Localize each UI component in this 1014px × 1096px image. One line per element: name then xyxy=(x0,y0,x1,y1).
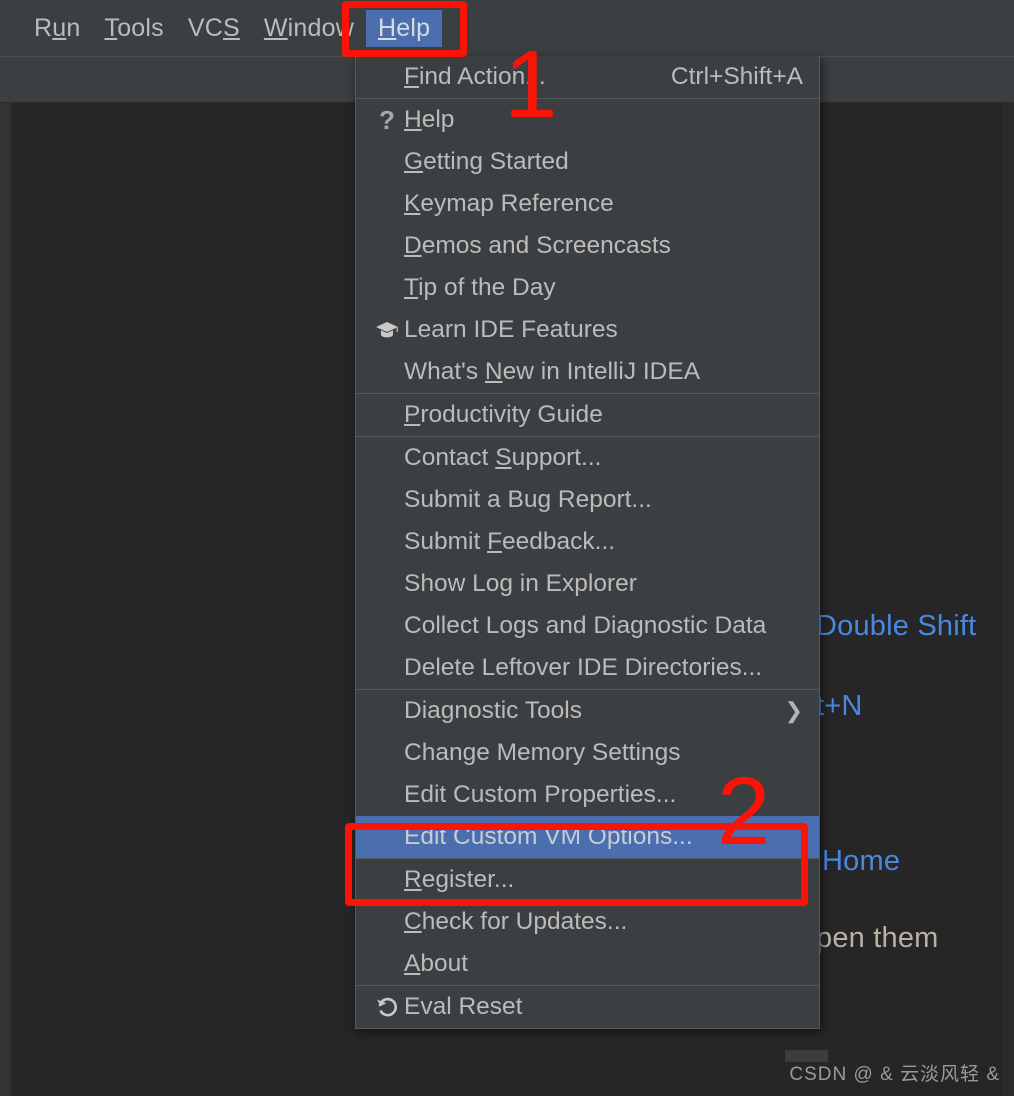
graduation-cap-icon xyxy=(370,320,404,340)
menu-item-label: Submit a Bug Report... xyxy=(404,486,652,513)
help-popup-menu: Find Action... Ctrl+Shift+A? Help Getting S… xyxy=(355,56,820,1029)
menu-item-tip-of-the-day[interactable]: Tip of the Day xyxy=(356,267,819,309)
menu-item-label: Find Action... xyxy=(404,63,546,90)
reset-arrow-icon xyxy=(370,995,404,1019)
menu-item-delete-leftover-ide-directories[interactable]: Delete Leftover IDE Directories... xyxy=(356,647,819,689)
editor-hint-text: Home xyxy=(822,845,901,877)
menu-item-check-for-updates[interactable]: Check for Updates... xyxy=(356,901,819,943)
editor-hint-text: pen them xyxy=(816,922,939,954)
menu-item-find-action[interactable]: Find Action... Ctrl+Shift+A xyxy=(356,56,819,98)
editor-hint-text: t+N xyxy=(816,690,863,722)
menu-item-submit-feedback[interactable]: Submit Feedback... xyxy=(356,521,819,563)
menu-item-label: Show Log in Explorer xyxy=(404,570,637,597)
menu-item-label: Learn IDE Features xyxy=(404,316,618,343)
menu-item-label: Edit Custom Properties... xyxy=(404,781,677,808)
menu-item-label: Eval Reset xyxy=(404,993,523,1020)
menu-item-label: About xyxy=(404,950,469,977)
menu-item-help[interactable]: ? Help xyxy=(356,99,819,141)
editor-scrollbar[interactable] xyxy=(1003,103,1014,1096)
menu-item-label: Collect Logs and Diagnostic Data xyxy=(404,612,767,639)
menu-item-label: Register... xyxy=(404,866,515,893)
menu-item-label: Tip of the Day xyxy=(404,274,556,301)
menu-item-edit-custom-vm-options[interactable]: Edit Custom VM Options... xyxy=(356,816,819,858)
menubar-item-run[interactable]: Run xyxy=(22,10,92,47)
ide-window: Double Shift t+N Home pen them Run Tools VCS W… xyxy=(0,0,1014,1096)
main-menubar: Run Tools VCS Window Help xyxy=(0,0,1014,57)
editor-gutter xyxy=(0,103,11,1096)
chevron-right-icon: ❯ xyxy=(784,698,803,723)
menu-item-eval-reset[interactable]: Eval Reset xyxy=(356,986,819,1028)
menubar-item-help[interactable]: Help xyxy=(366,9,443,47)
menu-item-shortcut: Ctrl+Shift+A xyxy=(670,63,803,90)
menu-item-demos-and-screencasts[interactable]: Demos and Screencasts xyxy=(356,225,819,267)
menu-item-collect-logs-and-diagnostic-data[interactable]: Collect Logs and Diagnostic Data xyxy=(356,605,819,647)
menu-item-contact-support[interactable]: Contact Support... xyxy=(356,437,819,479)
menu-item-diagnostic-tools[interactable]: Diagnostic Tools ❯ xyxy=(356,690,819,732)
question-mark-icon: ? xyxy=(370,107,404,133)
menubar-item-tools[interactable]: Tools xyxy=(92,10,175,47)
menu-item-label: Getting Started xyxy=(404,148,569,175)
editor-hint-text: Double Shift xyxy=(816,610,977,642)
menu-item-getting-started[interactable]: Getting Started xyxy=(356,141,819,183)
menu-item-label: Check for Updates... xyxy=(404,908,628,935)
menu-item-label: Contact Support... xyxy=(404,444,602,471)
menu-item-label: Submit Feedback... xyxy=(404,528,616,555)
graduation-cap-icon xyxy=(376,322,398,339)
menu-item-about[interactable]: About xyxy=(356,943,819,985)
menu-item-label: Edit Custom VM Options... xyxy=(404,823,693,850)
menu-item-label: Keymap Reference xyxy=(404,190,614,217)
menu-item-label: Delete Leftover IDE Directories... xyxy=(404,654,763,681)
menubar-item-vcs[interactable]: VCS xyxy=(176,10,252,47)
menu-item-show-log-in-explorer[interactable]: Show Log in Explorer xyxy=(356,563,819,605)
menu-item-label: What's New in IntelliJ IDEA xyxy=(404,358,701,385)
menu-item-register[interactable]: Register... xyxy=(356,859,819,901)
menu-item-label: Diagnostic Tools xyxy=(404,697,582,724)
question-mark-icon: ? xyxy=(379,105,395,135)
menu-item-productivity-guide[interactable]: Productivity Guide xyxy=(356,394,819,436)
menu-item-submit-a-bug-report[interactable]: Submit a Bug Report... xyxy=(356,479,819,521)
menu-item-edit-custom-properties[interactable]: Edit Custom Properties... xyxy=(356,774,819,816)
menu-item-change-memory-settings[interactable]: Change Memory Settings xyxy=(356,732,819,774)
reset-arrow-icon xyxy=(377,997,397,1017)
menu-item-what-s-new-in-intellij-idea[interactable]: What's New in IntelliJ IDEA xyxy=(356,351,819,393)
menu-item-keymap-reference[interactable]: Keymap Reference xyxy=(356,183,819,225)
menu-item-label: Productivity Guide xyxy=(404,401,603,428)
menu-item-learn-ide-features[interactable]: Learn IDE Features xyxy=(356,309,819,351)
menu-item-label: Demos and Screencasts xyxy=(404,232,671,259)
csdn-watermark: CSDN @ & 云淡风轻 & xyxy=(789,1064,1000,1085)
menu-item-label: Change Memory Settings xyxy=(404,739,681,766)
menubar-item-window[interactable]: Window xyxy=(252,10,366,47)
menu-item-label: Help xyxy=(404,106,455,133)
